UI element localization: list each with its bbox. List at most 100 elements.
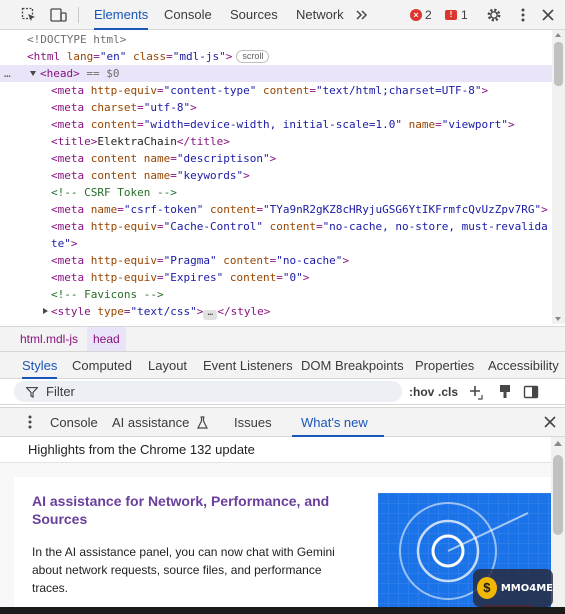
tab-accessibility[interactable]: Accessibility bbox=[488, 352, 559, 379]
elements-tree: <!DOCTYPE html> <html lang="en" class="m… bbox=[0, 30, 552, 324]
tab-event-listeners[interactable]: Event Listeners bbox=[203, 352, 293, 379]
attr-value: "content-type" bbox=[163, 84, 257, 97]
tree-comment-csrf[interactable]: <!-- CSRF Token --> bbox=[51, 184, 177, 201]
scroll-thumb[interactable] bbox=[553, 455, 563, 535]
tree-comment-favicons[interactable]: <!-- Favicons --> bbox=[51, 286, 164, 303]
class-toggle[interactable]: .cls bbox=[438, 379, 458, 405]
issues-count: 1 bbox=[461, 8, 468, 22]
coin-logo-icon: $ bbox=[477, 577, 497, 599]
scroll-badge[interactable]: scroll bbox=[236, 50, 270, 63]
meta-open: <meta bbox=[51, 271, 85, 284]
drawer-tab-console[interactable]: Console bbox=[50, 408, 98, 437]
inspect-element-icon[interactable] bbox=[19, 5, 39, 25]
scroll-up-arrow-icon[interactable] bbox=[555, 33, 561, 37]
filter-box[interactable] bbox=[14, 381, 402, 402]
toggle-sidebar-icon[interactable] bbox=[523, 384, 539, 400]
add-rule-icon[interactable] bbox=[468, 384, 484, 400]
issues-badge[interactable]: ! 1 bbox=[445, 7, 468, 23]
tree-style-node[interactable]: <style type="text/css">… </style> bbox=[43, 303, 270, 320]
tab-layout[interactable]: Layout bbox=[148, 352, 187, 379]
attr-value: te" bbox=[51, 237, 71, 250]
tree-html-node[interactable]: <html lang="en" class="mdl-js"> scroll bbox=[27, 48, 270, 65]
attr-name: http-equiv bbox=[90, 254, 157, 267]
errors-badge[interactable]: × 2 bbox=[410, 7, 432, 23]
breadcrumb-html[interactable]: html.mdl-js bbox=[14, 327, 84, 352]
html-tag-name: html bbox=[33, 50, 61, 63]
attr-name: content bbox=[90, 169, 138, 182]
ai-assistance-label: AI assistance bbox=[112, 415, 190, 430]
collapsed-content-ellipsis[interactable]: … bbox=[203, 309, 218, 320]
watermark-badge: $ MMO4ME bbox=[473, 569, 553, 607]
tab-computed[interactable]: Computed bbox=[72, 352, 132, 379]
comment-text: <!-- CSRF Token --> bbox=[51, 186, 177, 199]
tree-meta-cache-control[interactable]: <meta http-equiv="Cache-Control" content… bbox=[51, 218, 548, 235]
styles-filter-input[interactable] bbox=[46, 383, 386, 400]
tree-meta-charset[interactable]: <meta charset="utf-8"> bbox=[51, 99, 197, 116]
settings-gear-icon[interactable] bbox=[484, 5, 504, 25]
tree-meta-description[interactable]: <meta content name="descriptison"> bbox=[51, 150, 276, 167]
drawer-tab-whats-new[interactable]: What's new bbox=[292, 408, 384, 456]
tab-console[interactable]: Console bbox=[164, 0, 212, 30]
expand-triangle-icon[interactable] bbox=[30, 71, 36, 76]
tree-title[interactable]: <title>ElektraChain</title> bbox=[51, 133, 230, 150]
error-icon: × bbox=[410, 9, 422, 21]
tree-scrollbar[interactable] bbox=[552, 30, 565, 324]
more-options-icon[interactable] bbox=[513, 5, 533, 25]
whats-new-heading: Highlights from the Chrome 132 update bbox=[0, 437, 551, 463]
scroll-down-arrow-icon[interactable] bbox=[555, 317, 561, 321]
close-bracket: > bbox=[243, 169, 250, 182]
feature-card[interactable]: AI assistance for Network, Performance, … bbox=[14, 477, 551, 614]
scroll-up-arrow-icon[interactable] bbox=[554, 441, 562, 446]
node-actions-ellipsis[interactable]: … bbox=[4, 65, 11, 82]
tree-head-node-selected[interactable]: … <head> == $0 bbox=[0, 65, 552, 82]
breadcrumb: html.mdl-js head bbox=[0, 326, 565, 352]
more-tabs-icon[interactable] bbox=[352, 5, 372, 25]
drawer-tab-ai-assistance[interactable]: AI assistance bbox=[112, 408, 208, 437]
attr-name: type bbox=[97, 305, 124, 318]
tab-styles[interactable]: Styles bbox=[22, 352, 58, 379]
feature-card-title[interactable]: AI assistance for Network, Performance, … bbox=[32, 492, 352, 528]
drawer-menu-icon[interactable] bbox=[20, 412, 40, 432]
drawer-tab-issues[interactable]: Issues bbox=[234, 408, 272, 437]
tree-meta-csrf[interactable]: <meta name="csrf-token" content="TYa9nR2… bbox=[51, 201, 548, 218]
devtools-toolbar: Elements Console Sources Network × 2 ! 1 bbox=[0, 0, 565, 30]
attr-value: "viewport" bbox=[441, 118, 508, 131]
tab-dom-breakpoints[interactable]: DOM Breakpoints bbox=[301, 352, 404, 379]
close-devtools-icon[interactable] bbox=[538, 5, 558, 25]
device-toggle-icon[interactable] bbox=[48, 5, 68, 25]
attr-name: content bbox=[90, 118, 138, 131]
close-drawer-icon[interactable] bbox=[540, 412, 560, 432]
errors-count: 2 bbox=[425, 8, 432, 22]
hover-state-toggle[interactable]: :hov bbox=[409, 379, 434, 405]
attr-value: "text/html;charset=UTF-8" bbox=[315, 84, 482, 97]
tree-meta-viewport[interactable]: <meta content="width=device-width, initi… bbox=[51, 116, 515, 133]
tab-elements[interactable]: Elements bbox=[94, 0, 149, 30]
html-attr-class-value: "mdl-js" bbox=[172, 50, 226, 63]
attr-name: content bbox=[209, 203, 257, 216]
drawer-scrollbar[interactable] bbox=[551, 437, 565, 614]
tree-doctype[interactable]: <!DOCTYPE html> bbox=[27, 31, 126, 48]
attr-value: "csrf-token" bbox=[123, 203, 204, 216]
html-open-bracket: < bbox=[27, 50, 34, 63]
breadcrumb-head[interactable]: head bbox=[87, 327, 126, 352]
tab-network[interactable]: Network bbox=[296, 0, 344, 30]
close-bracket: > bbox=[269, 152, 277, 165]
tree-meta-pragma[interactable]: <meta http-equiv="Pragma" content="no-ca… bbox=[51, 252, 349, 269]
tree-meta-content-type[interactable]: <meta http-equiv="content-type" content=… bbox=[51, 82, 488, 99]
close-bracket: > bbox=[481, 84, 489, 97]
meta-open: <meta bbox=[51, 101, 85, 114]
attr-name: content bbox=[262, 84, 310, 97]
attr-name: content bbox=[223, 254, 270, 267]
tree-meta-expires[interactable]: <meta http-equiv="Expires" content="0"> bbox=[51, 269, 309, 286]
dollar-zero-ref: == $0 bbox=[79, 67, 120, 80]
tree-meta-keywords[interactable]: <meta content name="keywords"> bbox=[51, 167, 250, 184]
paint-brush-icon[interactable] bbox=[497, 384, 513, 400]
scroll-thumb[interactable] bbox=[554, 42, 563, 86]
title-text: ElektraChain bbox=[97, 135, 177, 148]
collapse-triangle-icon[interactable] bbox=[43, 308, 48, 314]
tab-sources[interactable]: Sources bbox=[230, 0, 278, 30]
tree-meta-cache-control-wrap[interactable]: te"> bbox=[51, 235, 78, 252]
tab-properties[interactable]: Properties bbox=[415, 352, 474, 379]
attr-value: "width=device-width, initial-scale=1.0" bbox=[143, 118, 403, 131]
attr-value: "no-cache, no-store, must-revalida bbox=[322, 220, 548, 233]
